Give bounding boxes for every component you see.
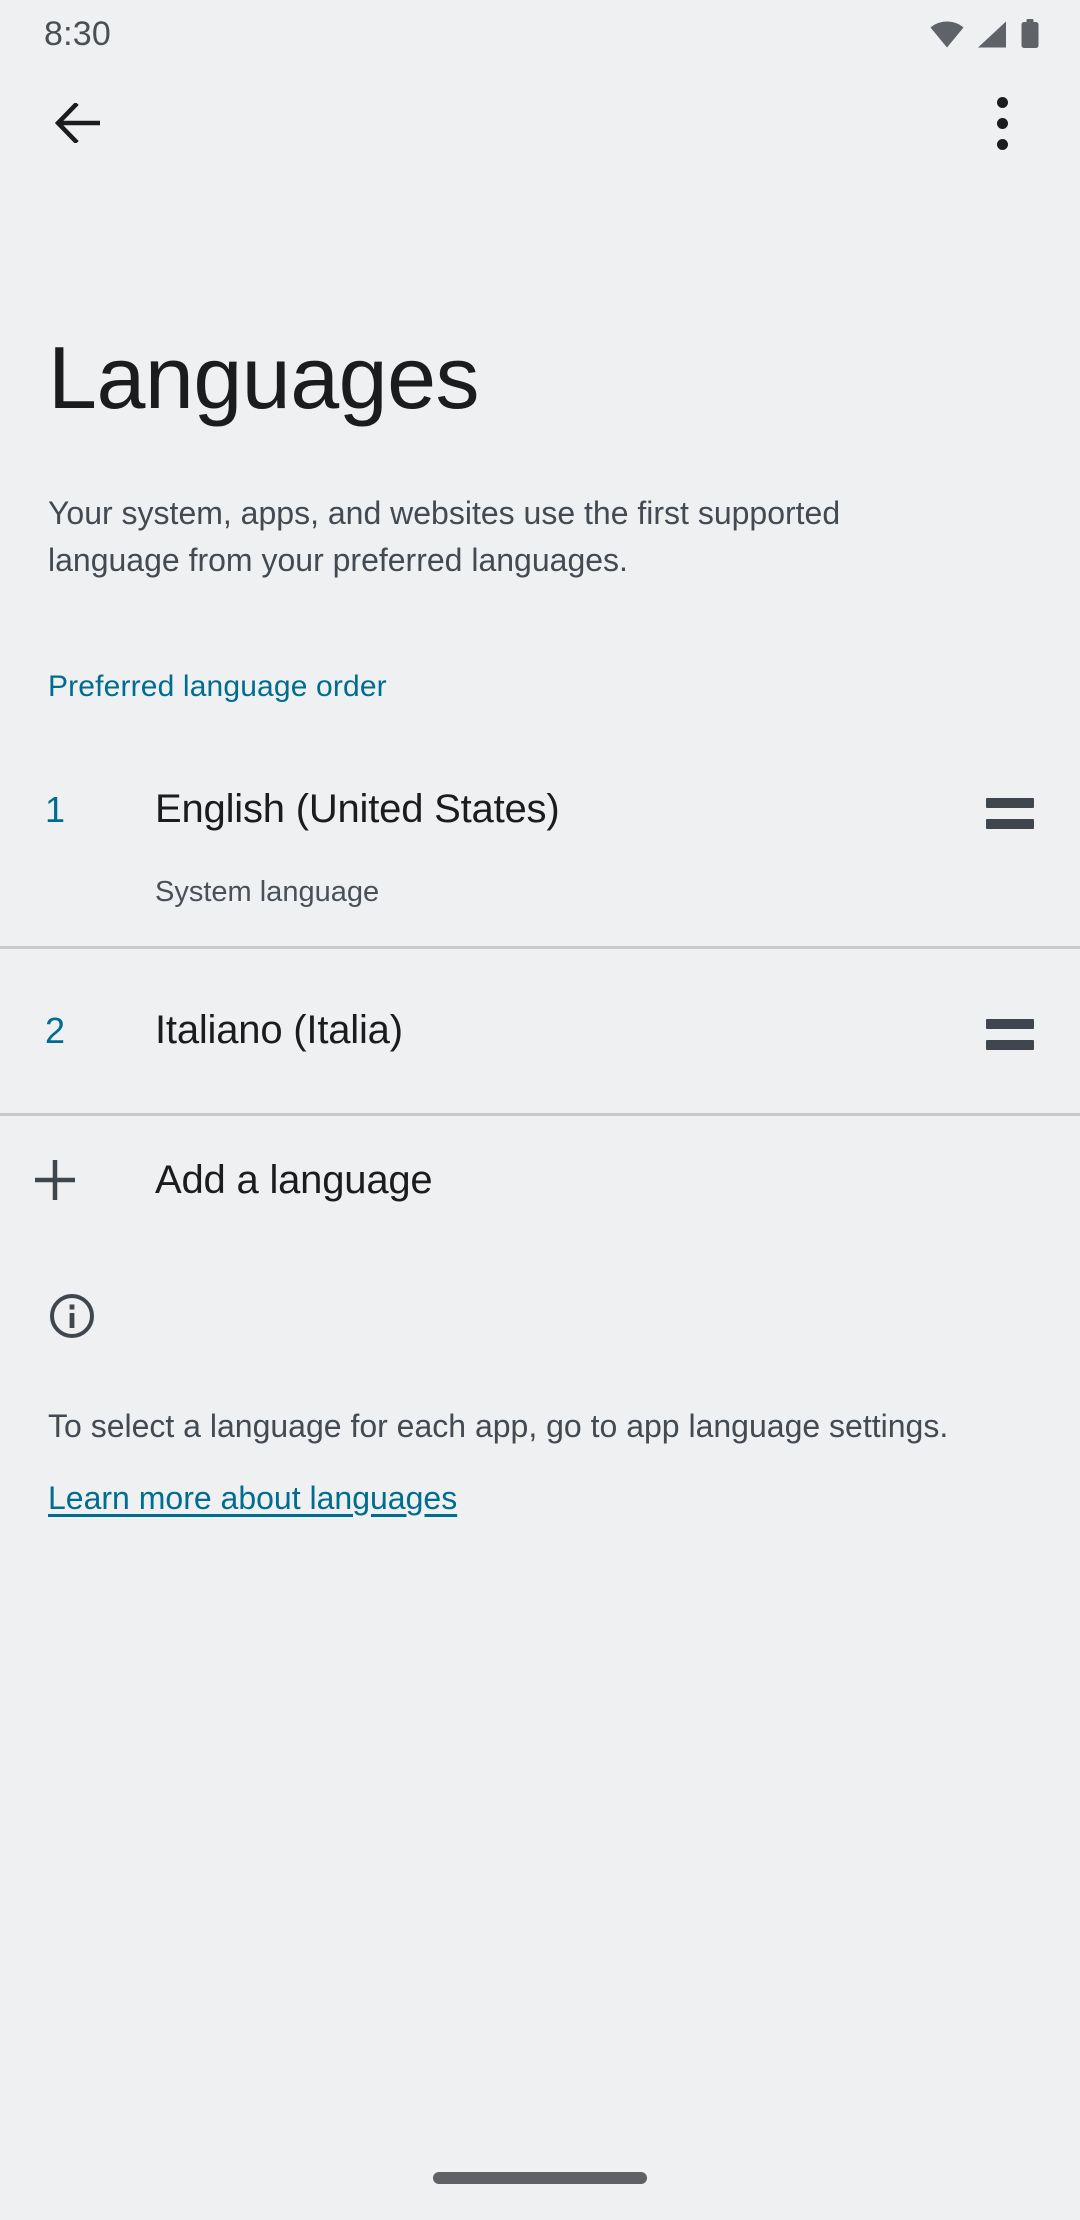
drag-handle-icon[interactable] xyxy=(982,1005,1038,1050)
status-bar-clock: 8:30 xyxy=(44,15,111,53)
cellular-signal-icon xyxy=(977,21,1007,48)
back-button[interactable] xyxy=(30,75,126,171)
preferred-language-list: 1 English (United States) System languag… xyxy=(0,748,1080,1116)
navigation-bar xyxy=(0,2136,1080,2220)
action-bar xyxy=(0,68,1080,178)
status-bar-icons xyxy=(930,19,1040,49)
add-language-row[interactable]: Add a language xyxy=(0,1116,1080,1244)
more-options-button[interactable] xyxy=(954,75,1050,171)
language-text-group: Italiano (Italia) xyxy=(110,1005,982,1055)
learn-more-link[interactable]: Learn more about languages xyxy=(48,1476,457,1520)
drag-handle-icon[interactable] xyxy=(982,784,1038,829)
gesture-pill[interactable] xyxy=(433,2172,647,2184)
more-options-icon xyxy=(996,96,1008,150)
table-row[interactable]: 2 Italiano (Italia) xyxy=(0,949,1080,1113)
language-name: Italiano (Italia) xyxy=(155,1008,403,1052)
battery-icon xyxy=(1020,19,1040,49)
add-language-label: Add a language xyxy=(155,1157,433,1202)
language-name: English (United States) xyxy=(155,787,560,831)
status-bar: 8:30 xyxy=(0,0,1080,68)
page-description: Your system, apps, and websites use the … xyxy=(48,495,841,578)
wifi-icon xyxy=(930,21,964,48)
footer-description: To select a language for each app, go to… xyxy=(48,1408,949,1444)
table-row[interactable]: 1 English (United States) System languag… xyxy=(0,748,1080,946)
language-order-number: 2 xyxy=(44,1010,66,1051)
language-order-number: 1 xyxy=(44,789,66,830)
footer-section: To select a language for each app, go to… xyxy=(0,1244,1080,1520)
language-text-group: English (United States) System language xyxy=(110,784,982,912)
section-header-preferred-language-order: Preferred language order xyxy=(48,670,387,703)
back-arrow-icon xyxy=(55,103,101,143)
language-subtitle: System language xyxy=(155,876,380,908)
info-circle-icon xyxy=(0,1292,1080,1345)
plus-icon xyxy=(0,1157,110,1203)
page-title: Languages xyxy=(48,328,480,427)
